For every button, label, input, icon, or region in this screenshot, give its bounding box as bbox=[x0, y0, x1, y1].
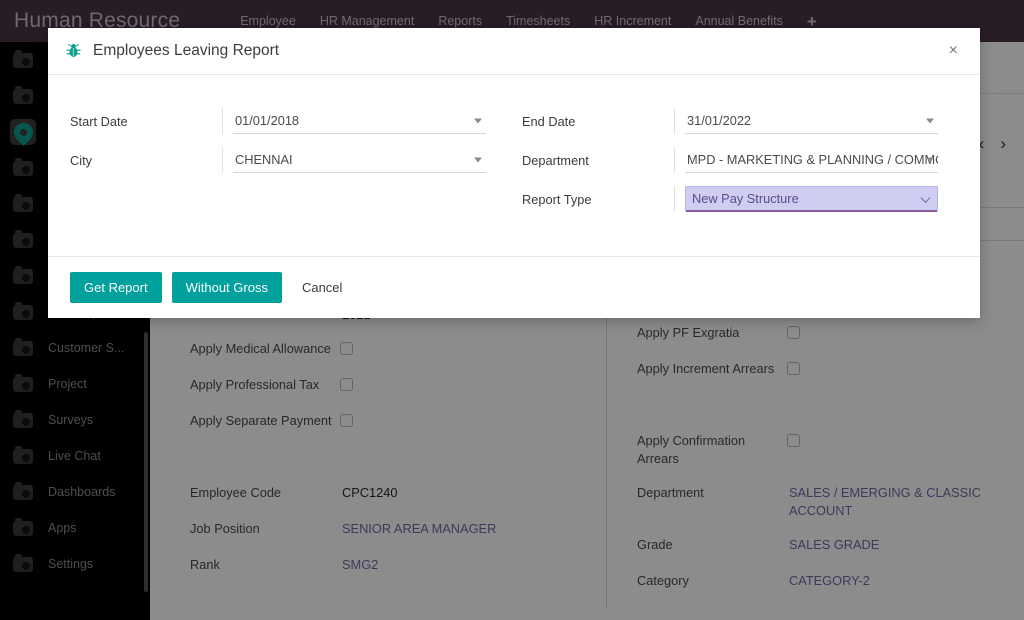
dialog-right-fields: End Date 31/01/2022 Department MPD - MAR… bbox=[514, 105, 980, 222]
field-start-date: Start Date 01/01/2018 bbox=[70, 105, 514, 137]
app-root: Human Resource Employee HR Management Re… bbox=[0, 0, 1024, 620]
bug-icon bbox=[66, 43, 81, 59]
employees-leaving-report-dialog: Employees Leaving Report × Start Date 01… bbox=[48, 28, 980, 318]
report-type-label: Report Type bbox=[522, 191, 592, 207]
start-date-label: Start Date bbox=[70, 113, 128, 129]
city-control[interactable]: CHENNAI bbox=[222, 147, 486, 173]
dialog-left-fields: Start Date 01/01/2018 City CHENNAI bbox=[48, 105, 514, 222]
chevron-down-icon[interactable] bbox=[474, 118, 482, 123]
start-date-value[interactable]: 01/01/2018 bbox=[233, 108, 486, 133]
report-type-value[interactable]: New Pay Structure bbox=[686, 187, 937, 210]
field-end-date: End Date 31/01/2022 bbox=[522, 105, 980, 137]
chevron-down-icon[interactable] bbox=[474, 157, 482, 162]
dialog-body: Start Date 01/01/2018 City CHENNAI End D… bbox=[48, 75, 980, 256]
report-type-control[interactable]: New Pay Structure bbox=[674, 186, 938, 212]
city-value[interactable]: CHENNAI bbox=[233, 147, 486, 172]
department-value[interactable]: MPD - MARKETING & PLANNING / COMMON bbox=[685, 147, 938, 172]
start-date-control[interactable]: 01/01/2018 bbox=[222, 108, 486, 134]
cancel-button[interactable]: Cancel bbox=[292, 272, 352, 303]
field-department: Department MPD - MARKETING & PLANNING / … bbox=[522, 144, 980, 176]
department-control[interactable]: MPD - MARKETING & PLANNING / COMMON bbox=[674, 147, 938, 173]
chevron-down-icon[interactable] bbox=[926, 118, 934, 123]
end-date-control[interactable]: 31/01/2022 bbox=[674, 108, 938, 134]
end-date-value[interactable]: 31/01/2022 bbox=[685, 108, 938, 133]
without-gross-button[interactable]: Without Gross bbox=[171, 272, 282, 303]
field-report-type: Report Type New Pay Structure bbox=[522, 183, 980, 215]
field-city: City CHENNAI bbox=[70, 144, 514, 176]
dialog-footer: Get Report Without Gross Cancel bbox=[48, 256, 980, 318]
close-icon[interactable]: × bbox=[943, 39, 964, 63]
city-label: City bbox=[70, 152, 93, 168]
department-label: Department bbox=[522, 152, 589, 168]
end-date-label: End Date bbox=[522, 113, 576, 129]
dialog-title: Employees Leaving Report bbox=[93, 42, 280, 59]
chevron-down-icon[interactable] bbox=[926, 157, 934, 162]
dialog-header: Employees Leaving Report × bbox=[48, 28, 980, 75]
get-report-button[interactable]: Get Report bbox=[70, 272, 162, 303]
